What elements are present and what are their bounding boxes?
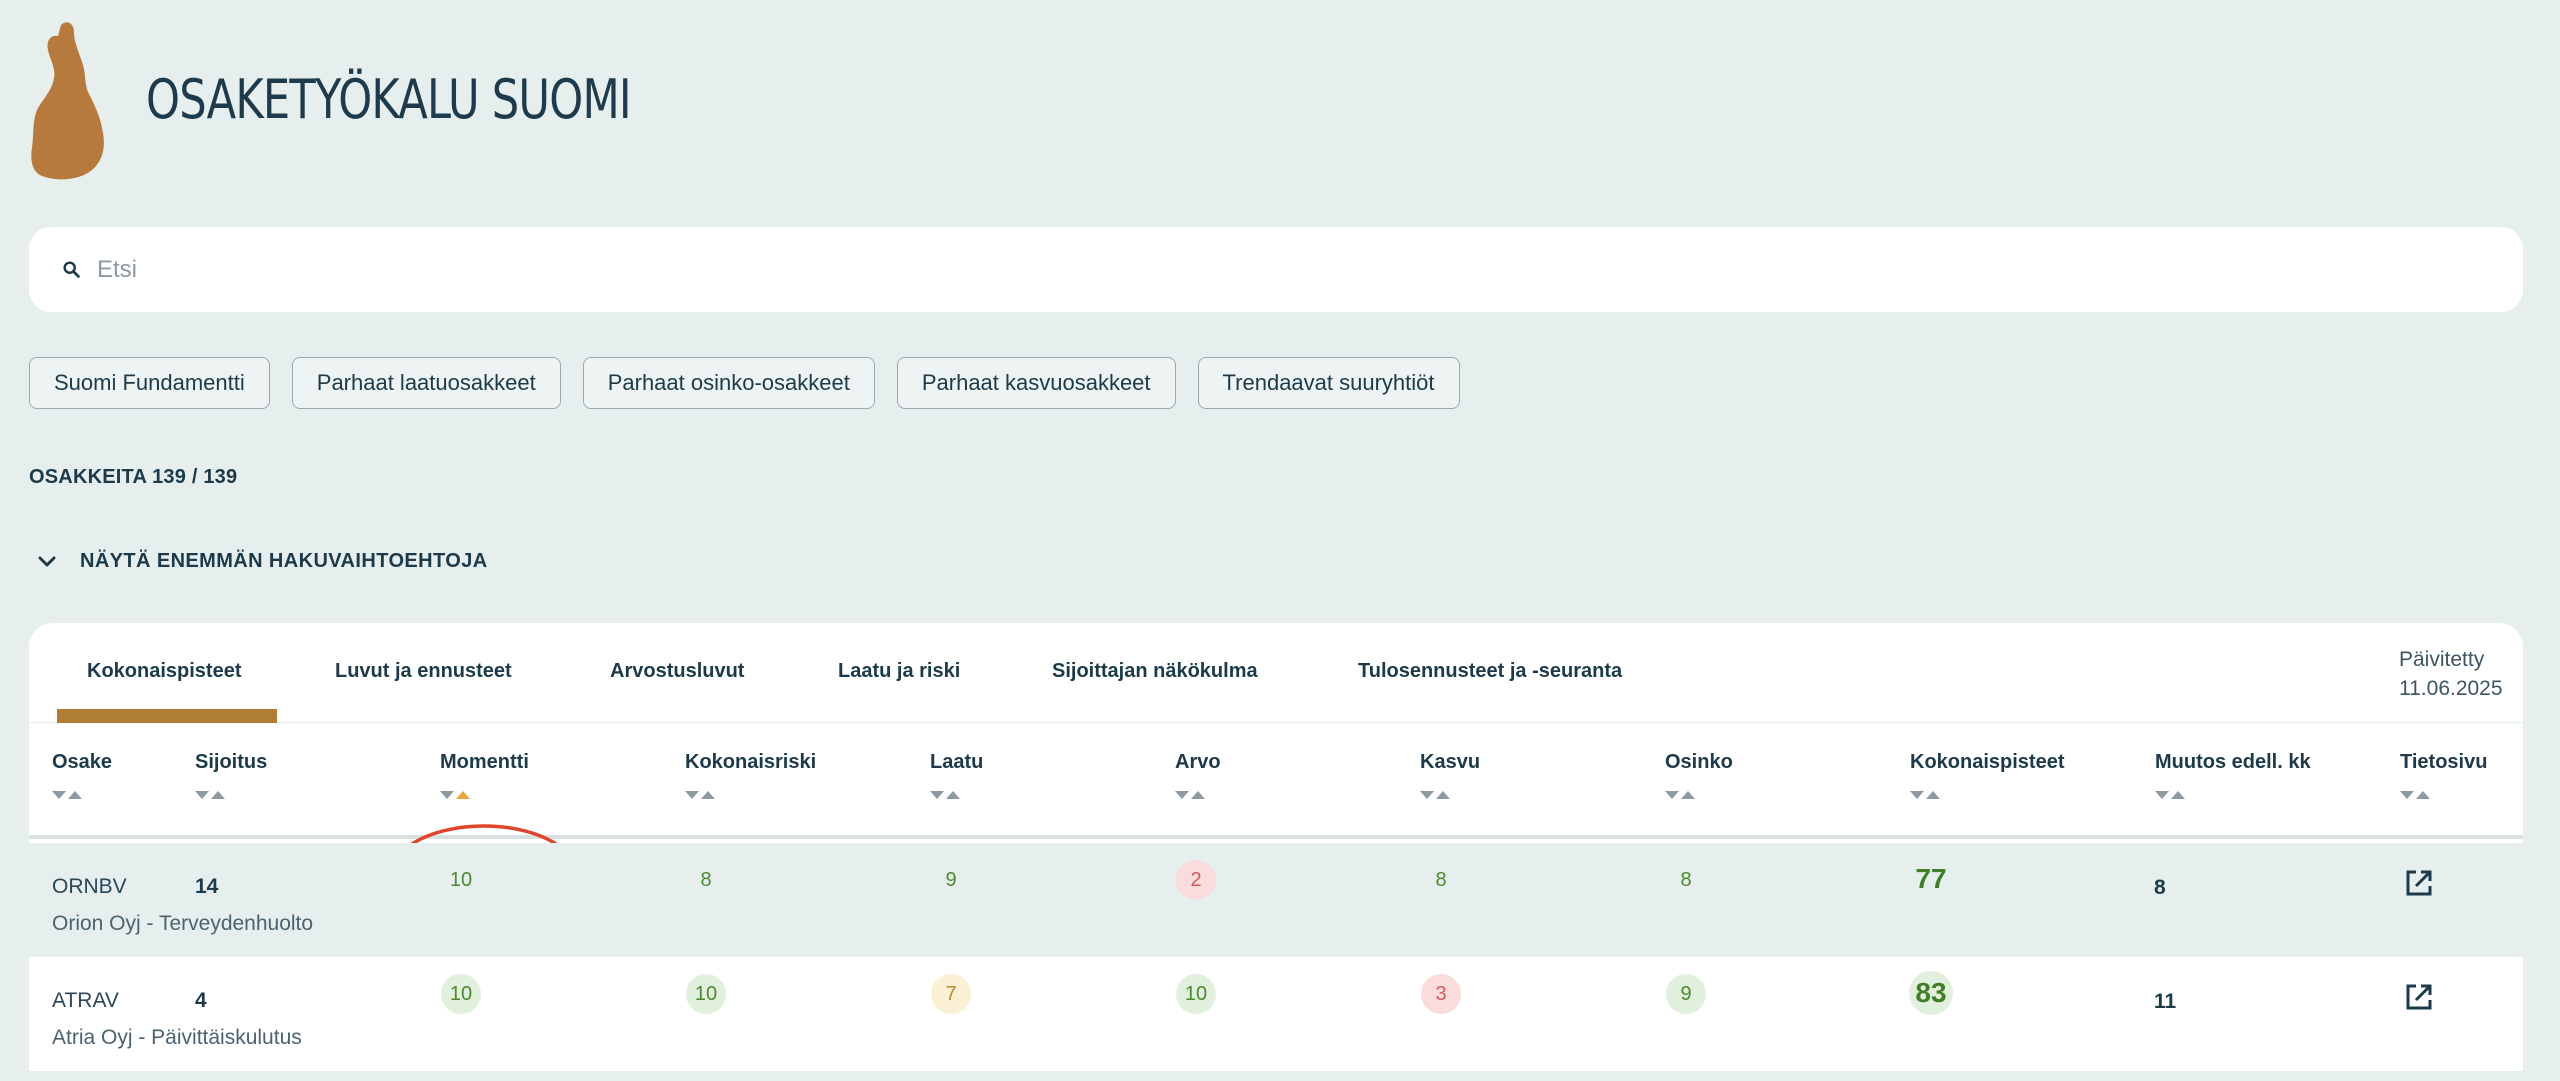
company-name: Orion Oyj - Terveydenhuolto [52, 912, 314, 935]
updated-info: Päivitetty 11.06.2025 [2399, 645, 2503, 703]
finland-map-icon [31, 22, 104, 180]
company-name: Atria Oyj - Päivittäiskulutus [52, 1026, 302, 1049]
kokonaisriski-score: 8 [700, 868, 712, 891]
laatu-score: 9 [945, 868, 957, 891]
column-header-arvo[interactable]: Arvo [1175, 751, 1221, 774]
table-row-partial [29, 1071, 2523, 1081]
sort-arrows-icon [440, 791, 470, 799]
tab-bar: Kokonaispisteet Luvut ja ennusteet Arvos… [29, 623, 2523, 723]
momentti-score: 10 [441, 974, 481, 1014]
stock-count: OSAKKEITA 139 / 139 [29, 466, 238, 488]
updated-label: Päivitetty [2399, 648, 2485, 671]
total-score: 83 [1909, 971, 1953, 1015]
sort-control-kasvu[interactable] [1420, 789, 1462, 803]
sort-arrows-icon [1910, 791, 1940, 799]
column-header-laatu[interactable]: Laatu [930, 751, 983, 774]
stock-ticker[interactable]: ATRAV [52, 989, 119, 1013]
sort-control-sijoitus[interactable] [195, 789, 237, 803]
column-header-muutos-edell-kk[interactable]: Muutos edell. kk [2155, 751, 2311, 774]
column-header-osinko[interactable]: Osinko [1665, 751, 1733, 774]
tab-arvostusluvut[interactable]: Arvostusluvut [610, 660, 744, 683]
preset-suomi-fundamentti[interactable]: Suomi Fundamentti [29, 357, 270, 409]
column-header-momentti[interactable]: Momentti [440, 751, 529, 774]
sort-control-momentti[interactable] [440, 789, 482, 803]
sort-control-arvo[interactable] [1175, 789, 1217, 803]
tab-laatu-ja-riski[interactable]: Laatu ja riski [838, 660, 960, 683]
app-title: OSAKETYÖKALU SUOMI [146, 68, 632, 131]
preset-parhaat-kasvuosakkeet[interactable]: Parhaat kasvuosakkeet [896, 357, 1176, 409]
sort-arrows-icon [1420, 791, 1450, 799]
preset-filters: Suomi Fundamentti Parhaat laatuosakkeet … [29, 357, 1460, 409]
column-header-tietosivu[interactable]: Tietosivu [2400, 751, 2487, 774]
column-header-kasvu[interactable]: Kasvu [1420, 751, 1480, 774]
sort-control-tietosivu[interactable] [2400, 789, 2442, 803]
column-header-kokonaispisteet[interactable]: Kokonaispisteet [1910, 751, 2064, 774]
updated-date: 11.06.2025 [2399, 677, 2503, 700]
table-header: Osake Sijoitus Momentti Kokonaisriski La… [29, 723, 2523, 918]
external-link-icon[interactable] [2402, 980, 2436, 1014]
column-header-sijoitus[interactable]: Sijoitus [195, 751, 267, 774]
sort-control-osinko[interactable] [1665, 789, 1707, 803]
arvo-score: 2 [1176, 860, 1216, 900]
change-value: 8 [2154, 876, 2166, 899]
results-card: Kokonaispisteet Luvut ja ennusteet Arvos… [29, 623, 2523, 1081]
table-row[interactable]: ORNBV Orion Oyj - Terveydenhuolto 14 10 … [29, 843, 2523, 957]
kokonaisriski-score: 10 [686, 974, 726, 1014]
app-header: OSAKETYÖKALU SUOMI [28, 20, 728, 185]
search-bar[interactable] [29, 227, 2523, 312]
sort-control-laatu[interactable] [930, 789, 972, 803]
sort-arrows-icon [195, 791, 225, 799]
sort-control-muutos[interactable] [2155, 789, 2197, 803]
preset-trendaavat-suuryhtiot[interactable]: Trendaavat suuryhtiöt [1197, 357, 1460, 409]
tab-luvut-ja-ennusteet[interactable]: Luvut ja ennusteet [335, 660, 512, 683]
sort-arrows-icon [1175, 791, 1205, 799]
stock-ticker[interactable]: ORNBV [52, 875, 127, 899]
chevron-down-icon [38, 556, 56, 566]
sort-control-osake[interactable] [52, 789, 94, 803]
sort-arrows-icon [1665, 791, 1695, 799]
laatu-score: 7 [931, 974, 971, 1014]
preset-parhaat-laatuosakkeet[interactable]: Parhaat laatuosakkeet [291, 357, 561, 409]
sort-arrows-icon [930, 791, 960, 799]
more-search-options-toggle[interactable]: NÄYTÄ ENEMMÄN HAKUVAIHTOEHTOJA [36, 550, 488, 573]
tab-sijoittajan-nakokulma[interactable]: Sijoittajan näkökulma [1052, 660, 1258, 683]
rank-value: 14 [195, 875, 219, 898]
sort-arrows-icon [685, 791, 715, 799]
sort-arrows-icon [52, 791, 82, 799]
osinko-score: 8 [1680, 868, 1692, 891]
osinko-score: 9 [1666, 974, 1706, 1014]
sort-control-kokonaispisteet[interactable] [1910, 789, 1952, 803]
sort-arrows-icon [2155, 791, 2185, 799]
column-header-kokonaisriski[interactable]: Kokonaisriski [685, 751, 816, 774]
sort-control-kokonaisriski[interactable] [685, 789, 727, 803]
more-search-options-label: NÄYTÄ ENEMMÄN HAKUVAIHTOEHTOJA [80, 550, 488, 572]
kasvu-score: 8 [1435, 868, 1447, 891]
kasvu-score: 3 [1421, 974, 1461, 1014]
active-tab-indicator [57, 709, 277, 723]
preset-parhaat-osinko-osakkeet[interactable]: Parhaat osinko-osakkeet [582, 357, 875, 409]
table-row[interactable]: ATRAV Atria Oyj - Päivittäiskulutus 4 10… [29, 957, 2523, 1071]
momentti-score: 10 [449, 868, 473, 891]
tab-tulosennusteet-ja-seuranta[interactable]: Tulosennusteet ja -seuranta [1358, 660, 1622, 683]
sort-arrows-icon [2400, 791, 2430, 799]
rank-value: 4 [195, 989, 207, 1012]
column-header-osake[interactable]: Osake [52, 751, 112, 774]
external-link-icon[interactable] [2402, 866, 2436, 900]
tab-kokonaispisteet[interactable]: Kokonaispisteet [87, 660, 241, 683]
total-score: 77 [1915, 863, 1947, 894]
arvo-score: 10 [1176, 974, 1216, 1014]
search-input[interactable] [97, 255, 2397, 284]
search-icon [63, 260, 80, 278]
change-value: 11 [2154, 990, 2177, 1013]
